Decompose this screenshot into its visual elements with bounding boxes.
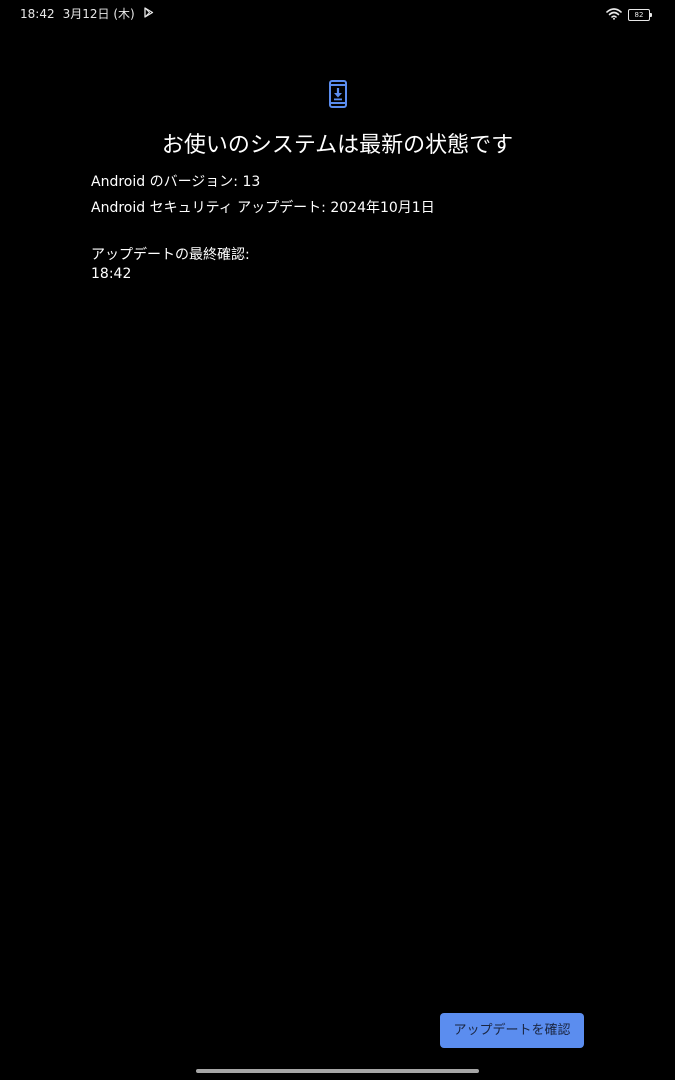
status-bar: 18:42 3月12日 (木) 82 (0, 0, 675, 26)
status-time: 18:42 (20, 6, 55, 21)
security-update-text: Android セキュリティ アップデート: 2024年10月1日 (91, 200, 435, 216)
check-update-button[interactable]: アップデートを確認 (440, 1013, 584, 1048)
gesture-navigation-bar[interactable] (196, 1069, 479, 1073)
battery-icon: 82 (628, 8, 652, 21)
status-right: 82 (606, 5, 652, 24)
android-version-text: Android のバージョン: 13 (91, 174, 261, 190)
last-check-label: アップデートの最終確認: (91, 247, 250, 263)
status-date: 3月12日 (木) (62, 7, 135, 21)
system-update-icon (329, 80, 347, 108)
play-store-icon (143, 6, 154, 21)
last-check-value: 18:42 (91, 266, 132, 282)
status-left: 18:42 3月12日 (木) (20, 5, 154, 22)
wifi-icon (606, 5, 622, 24)
page-title: お使いのシステムは最新の状態です (161, 133, 514, 158)
